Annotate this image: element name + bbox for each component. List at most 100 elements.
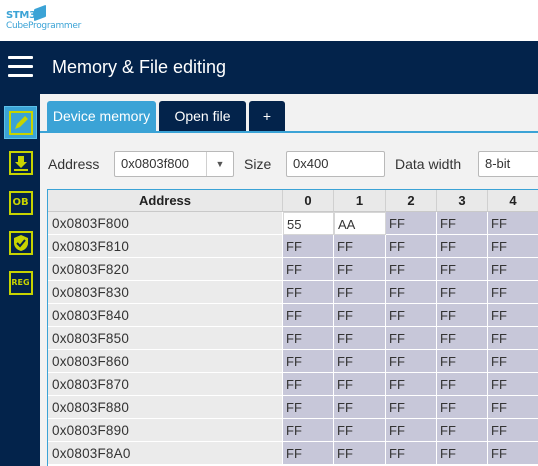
- grid-header: Address 0 1 2 3 4: [48, 190, 538, 212]
- column-header-2: 2: [386, 190, 437, 212]
- memory-cell[interactable]: FF: [334, 281, 386, 304]
- memory-cell[interactable]: FF: [386, 419, 437, 442]
- table-row: 0x0803F820 FF FF FF FF FF: [48, 258, 538, 281]
- row-address: 0x0803F820: [48, 258, 283, 281]
- memory-cell[interactable]: AA: [334, 212, 386, 235]
- data-width-select[interactable]: 8-bit: [478, 151, 538, 177]
- memory-cell[interactable]: FF: [386, 350, 437, 373]
- memory-cell[interactable]: FF: [488, 212, 538, 235]
- address-label: Address: [48, 156, 100, 172]
- memory-cell[interactable]: FF: [334, 235, 386, 258]
- memory-cell[interactable]: FF: [437, 304, 488, 327]
- sidebar-item-memory-editing[interactable]: [4, 106, 37, 139]
- logo-bar: STM32 CubeProgrammer: [0, 0, 538, 41]
- memory-cell[interactable]: 55: [283, 212, 334, 235]
- memory-cell[interactable]: FF: [386, 212, 437, 235]
- memory-cell[interactable]: FF: [386, 373, 437, 396]
- memory-cell[interactable]: FF: [283, 373, 334, 396]
- memory-cell[interactable]: FF: [334, 258, 386, 281]
- table-row: 0x0803F810 FF FF FF FF FF: [48, 235, 538, 258]
- memory-cell[interactable]: FF: [386, 304, 437, 327]
- memory-cell[interactable]: FF: [283, 235, 334, 258]
- memory-cell[interactable]: FF: [334, 327, 386, 350]
- memory-cell[interactable]: FF: [283, 327, 334, 350]
- column-header-address: Address: [48, 190, 283, 212]
- size-label: Size: [244, 156, 272, 172]
- sidebar-item-option-bytes[interactable]: OB: [4, 186, 37, 219]
- memory-cell[interactable]: FF: [488, 304, 538, 327]
- logo-line1: STM32: [6, 10, 43, 21]
- size-field[interactable]: 0x400: [286, 151, 385, 177]
- memory-cell[interactable]: FF: [437, 327, 488, 350]
- header-bar: Memory & File editing: [0, 41, 538, 94]
- table-row: 0x0803F870 FF FF FF FF FF: [48, 373, 538, 396]
- table-row: 0x0803F850 FF FF FF FF FF: [48, 327, 538, 350]
- memory-cell[interactable]: FF: [386, 281, 437, 304]
- memory-cell[interactable]: FF: [437, 212, 488, 235]
- sidebar-item-erase-programming[interactable]: [4, 146, 37, 179]
- memory-cell[interactable]: FF: [488, 442, 538, 465]
- memory-cell[interactable]: FF: [386, 396, 437, 419]
- memory-cell[interactable]: FF: [386, 442, 437, 465]
- tab-device-memory[interactable]: Device memory: [47, 101, 156, 131]
- download-icon: [8, 150, 33, 175]
- memory-grid: Address 0 1 2 3 4 0x0803F800 55 AA FF FF FF 0x…: [47, 189, 538, 466]
- memory-cell[interactable]: FF: [488, 281, 538, 304]
- chevron-down-icon[interactable]: ▼: [206, 152, 233, 176]
- memory-cell[interactable]: FF: [437, 258, 488, 281]
- row-address: 0x0803F860: [48, 350, 283, 373]
- memory-cell[interactable]: FF: [386, 258, 437, 281]
- memory-cell[interactable]: FF: [334, 373, 386, 396]
- data-width-label: Data width: [395, 156, 462, 172]
- column-header-1: 1: [334, 190, 386, 212]
- memory-cell[interactable]: FF: [334, 350, 386, 373]
- memory-cell[interactable]: FF: [488, 419, 538, 442]
- memory-cell[interactable]: FF: [488, 327, 538, 350]
- memory-cell[interactable]: FF: [488, 373, 538, 396]
- pencil-icon: [8, 110, 33, 135]
- memory-cell[interactable]: FF: [437, 419, 488, 442]
- memory-cell[interactable]: FF: [283, 281, 334, 304]
- memory-cell[interactable]: FF: [488, 350, 538, 373]
- memory-cell[interactable]: FF: [334, 396, 386, 419]
- memory-cell[interactable]: FF: [437, 442, 488, 465]
- address-combo[interactable]: 0x0803f800 ▼: [114, 151, 234, 177]
- memory-cell[interactable]: FF: [283, 350, 334, 373]
- memory-cell[interactable]: FF: [488, 235, 538, 258]
- sidebar-item-security[interactable]: [4, 226, 37, 259]
- memory-cell[interactable]: FF: [334, 419, 386, 442]
- menu-hamburger-icon[interactable]: [8, 56, 33, 78]
- table-row: 0x0803F8A0 FF FF FF FF FF: [48, 442, 538, 465]
- memory-cell[interactable]: FF: [488, 258, 538, 281]
- memory-cell[interactable]: FF: [386, 327, 437, 350]
- memory-cell[interactable]: FF: [437, 396, 488, 419]
- table-row: 0x0803F890 FF FF FF FF FF: [48, 419, 538, 442]
- tab-open-file[interactable]: Open file: [159, 101, 246, 131]
- ob-icon: OB: [8, 190, 33, 215]
- memory-cell[interactable]: FF: [334, 442, 386, 465]
- memory-cell[interactable]: FF: [437, 235, 488, 258]
- table-row: 0x0803F880 FF FF FF FF FF: [48, 396, 538, 419]
- ob-icon-label: OB: [12, 197, 29, 208]
- sidebar-item-registers[interactable]: REG: [4, 266, 37, 299]
- address-value: 0x0803f800: [121, 156, 189, 171]
- logo-line2: CubeProgrammer: [6, 21, 82, 31]
- tab-add[interactable]: +: [249, 101, 285, 131]
- main-panel: Device memory Open file + Address 0x0803…: [40, 94, 538, 466]
- memory-cell[interactable]: FF: [283, 258, 334, 281]
- memory-cell[interactable]: FF: [488, 396, 538, 419]
- memory-cell[interactable]: FF: [283, 442, 334, 465]
- app-logo: STM32 CubeProgrammer: [6, 10, 81, 32]
- memory-cell[interactable]: FF: [283, 396, 334, 419]
- memory-cell[interactable]: FF: [437, 373, 488, 396]
- memory-cell[interactable]: FF: [283, 419, 334, 442]
- memory-cell[interactable]: FF: [437, 281, 488, 304]
- memory-cell[interactable]: FF: [437, 350, 488, 373]
- memory-cell[interactable]: FF: [386, 235, 437, 258]
- column-header-0: 0: [283, 190, 334, 212]
- memory-cell[interactable]: FF: [334, 304, 386, 327]
- reg-icon-label: REG: [11, 278, 30, 287]
- table-row: 0x0803F830 FF FF FF FF FF: [48, 281, 538, 304]
- memory-cell[interactable]: FF: [283, 304, 334, 327]
- table-row: 0x0803F860 FF FF FF FF FF: [48, 350, 538, 373]
